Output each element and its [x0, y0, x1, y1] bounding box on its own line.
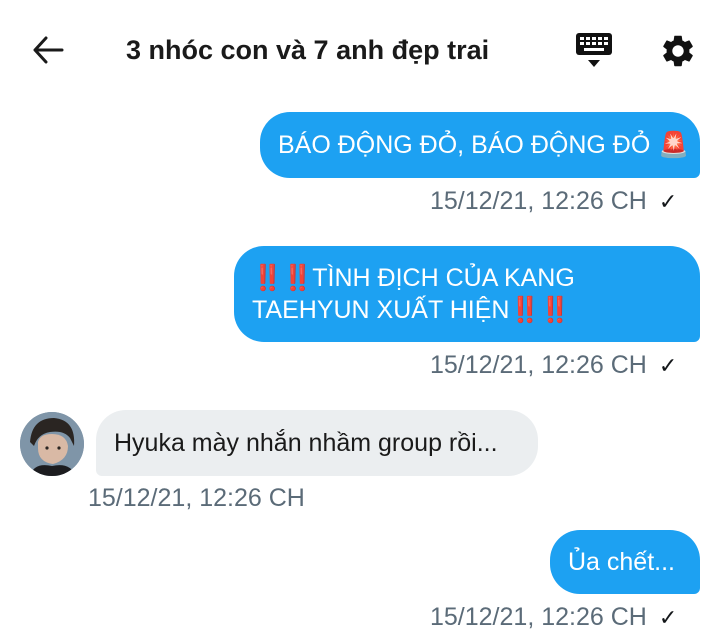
- outgoing-message-bubble[interactable]: BÁO ĐỘNG ĐỎ, BÁO ĐỘNG ĐỎ 🚨: [260, 112, 700, 178]
- message-text: TAEHYUN XUẤT HIỆN: [252, 296, 510, 324]
- gear-icon: [663, 35, 693, 67]
- double-exclamation-icon: ‼️‼️: [509, 296, 570, 324]
- outgoing-message-bubble[interactable]: Ủa chết...: [550, 530, 700, 594]
- keyboard-button[interactable]: [574, 30, 614, 70]
- siren-icon: 🚨: [658, 131, 690, 159]
- sender-avatar[interactable]: [20, 412, 84, 476]
- outgoing-message-bubble[interactable]: ‼️‼️TÌNH ĐỊCH CỦA KANG TAEHYUN XUẤT HIỆN…: [234, 246, 700, 342]
- timestamp-text: 15/12/21, 12:26 CH: [430, 603, 647, 631]
- arrow-left-icon: [33, 36, 64, 64]
- message-timestamp: 15/12/21, 12:26 CH ✓: [430, 186, 677, 217]
- back-button[interactable]: [28, 30, 68, 70]
- timestamp-text: 15/12/21, 12:26 CH: [88, 484, 305, 512]
- avatar-photo: [20, 412, 84, 476]
- message-timestamp: 15/12/21, 12:26 CH: [88, 483, 305, 513]
- double-exclamation-icon: ‼️‼️: [252, 264, 313, 292]
- timestamp-text: 15/12/21, 12:26 CH: [430, 187, 647, 215]
- message-line: ‼️‼️TÌNH ĐỊCH CỦA KANG: [252, 262, 700, 294]
- conversation-title: 3 nhóc con và 7 anh đẹp trai: [126, 35, 490, 65]
- incoming-message-bubble[interactable]: Hyuka mày nhắn nhầm group rồi...: [96, 410, 538, 476]
- settings-button[interactable]: [656, 29, 700, 73]
- message-timestamp: 15/12/21, 12:26 CH ✓: [430, 602, 677, 633]
- message-timestamp: 15/12/21, 12:26 CH ✓: [430, 350, 677, 381]
- keyboard-icon: [576, 33, 612, 67]
- message-line: TAEHYUN XUẤT HIỆN‼️‼️: [252, 294, 700, 326]
- message-text: Hyuka mày nhắn nhầm group rồi...: [114, 429, 498, 457]
- checkmark-icon: ✓: [658, 605, 678, 630]
- chat-header: 3 nhóc con và 7 anh đẹp trai: [0, 0, 720, 100]
- timestamp-text: 15/12/21, 12:26 CH: [430, 351, 647, 379]
- checkmark-icon: ✓: [658, 353, 678, 378]
- message-text: Ủa chết...: [568, 548, 675, 576]
- message-text: BÁO ĐỘNG ĐỎ, BÁO ĐỘNG ĐỎ: [278, 131, 651, 159]
- chat-screen: 3 nhóc con và 7 anh đẹp trai BÁO ĐỘNG ĐỎ…: [0, 0, 720, 640]
- checkmark-icon: ✓: [658, 189, 678, 214]
- message-text: TÌNH ĐỊCH CỦA KANG: [312, 264, 575, 292]
